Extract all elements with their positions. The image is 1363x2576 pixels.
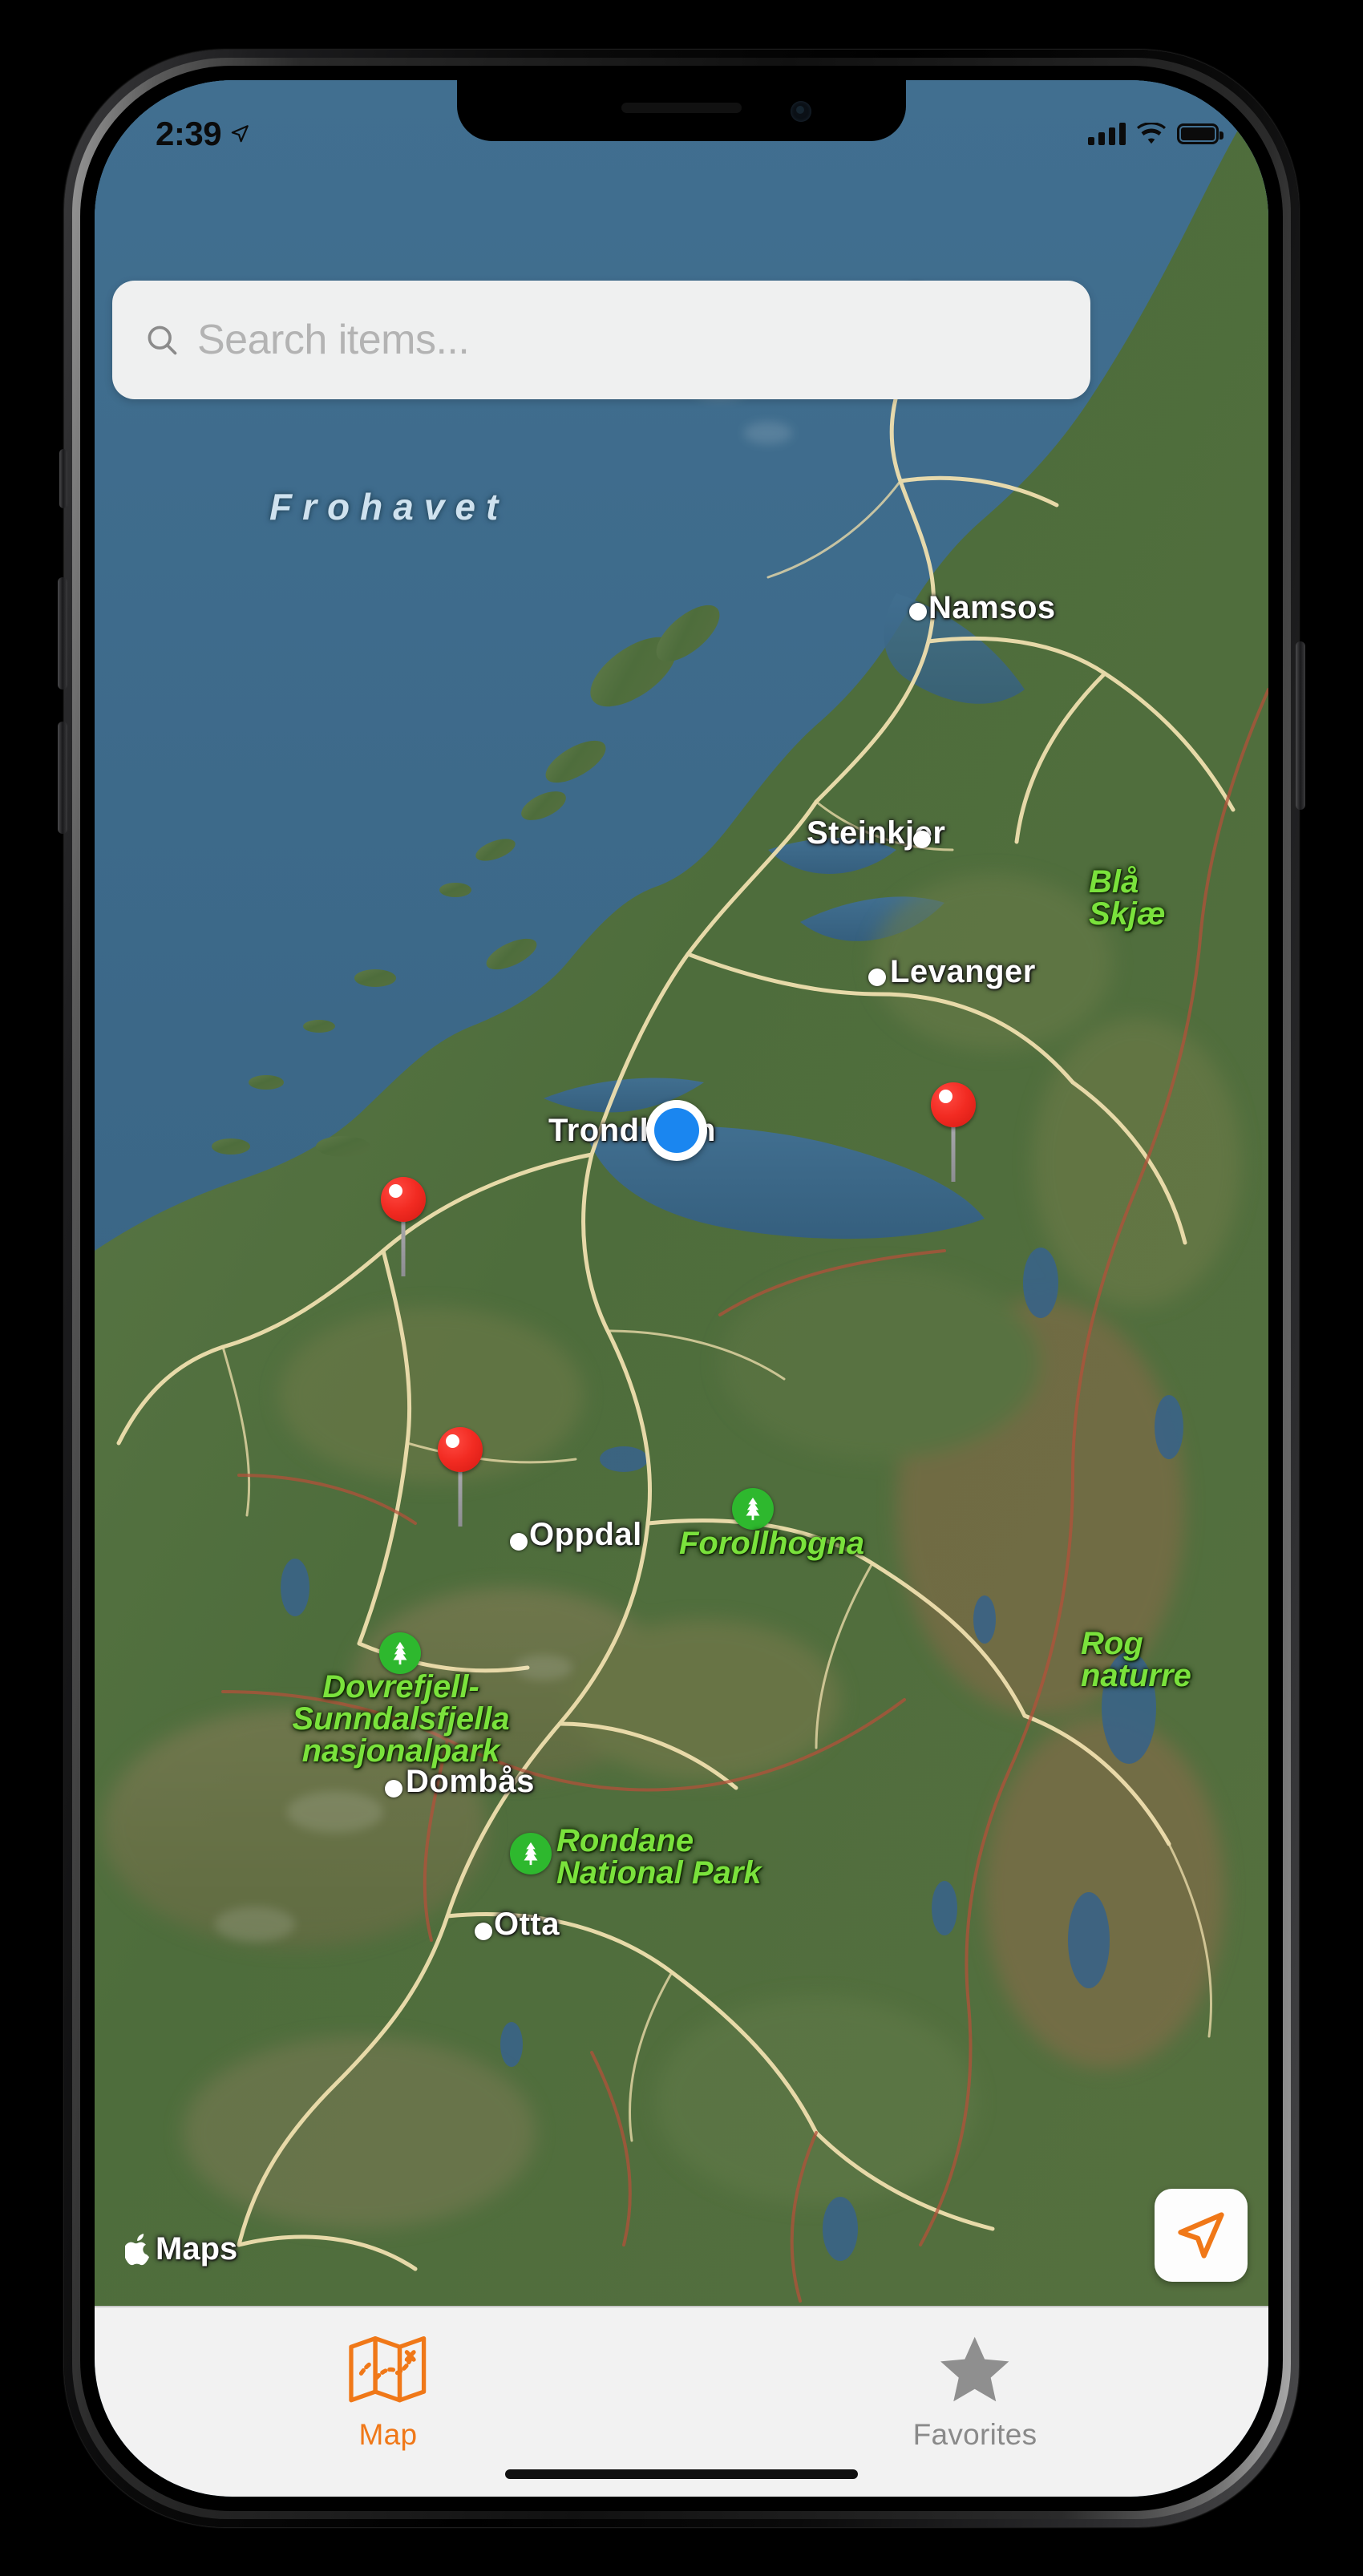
earpiece-speaker: [621, 103, 742, 113]
navigation-arrow-icon: [1178, 2212, 1224, 2259]
map-pin-2[interactable]: [931, 1082, 976, 1182]
park-tree-icon-forollhogna: [732, 1488, 774, 1530]
city-dot-dombas: [385, 1780, 402, 1798]
folded-map-icon: [348, 2335, 427, 2404]
pin-stem: [951, 1124, 956, 1182]
park-tree-icon-dovrefjell: [379, 1632, 421, 1674]
current-location-dot: [646, 1100, 707, 1161]
power-button[interactable]: [1296, 641, 1305, 810]
search-icon: [148, 326, 177, 355]
city-dot-namsos: [909, 603, 927, 621]
search-bar[interactable]: Search items...: [112, 281, 1090, 399]
tab-map[interactable]: Map: [95, 2307, 682, 2497]
pin-head: [931, 1082, 976, 1127]
phone-screen: Frohavet Namsos Steinkjer Levanger Trond…: [95, 80, 1268, 2497]
city-dot-oppdal: [510, 1533, 528, 1551]
city-dot-steinkjer: [913, 831, 931, 848]
pin-stem: [401, 1219, 406, 1276]
apple-logo-icon: [125, 2233, 150, 2265]
volume-up-button[interactable]: [58, 577, 67, 689]
map-pin-3[interactable]: [381, 1177, 426, 1276]
map-pin-4[interactable]: [438, 1427, 483, 1527]
tab-bar: Map Favorites: [95, 2306, 1268, 2497]
tab-favorites[interactable]: Favorites: [682, 2307, 1268, 2497]
tab-map-label: Map: [358, 2418, 418, 2451]
map-viewport[interactable]: Frohavet Namsos Steinkjer Levanger Trond…: [95, 80, 1268, 2306]
home-indicator[interactable]: [505, 2469, 858, 2479]
pin-stem: [458, 1469, 463, 1527]
satellite-map[interactable]: Frohavet Namsos Steinkjer Levanger Trond…: [95, 80, 1268, 2306]
locate-me-button[interactable]: [1155, 2189, 1248, 2282]
notch: [457, 80, 906, 141]
map-attribution: Maps: [125, 2231, 237, 2267]
pin-head: [438, 1427, 483, 1472]
map-terrain-layer: [95, 80, 1268, 2306]
search-input[interactable]: Search items...: [197, 316, 470, 364]
volume-down-button[interactable]: [58, 722, 67, 834]
front-camera: [791, 101, 811, 122]
current-location-inner: [654, 1108, 699, 1153]
city-dot-levanger: [868, 969, 886, 986]
star-icon: [939, 2335, 1010, 2404]
map-attribution-label: Maps: [156, 2231, 238, 2267]
screenshot-stage: Frohavet Namsos Steinkjer Levanger Trond…: [0, 0, 1363, 2576]
tab-favorites-label: Favorites: [912, 2418, 1037, 2451]
park-tree-icon-rondane: [510, 1833, 552, 1874]
city-dot-otta: [475, 1923, 492, 1940]
mute-switch[interactable]: [59, 449, 67, 508]
pin-head: [381, 1177, 426, 1222]
